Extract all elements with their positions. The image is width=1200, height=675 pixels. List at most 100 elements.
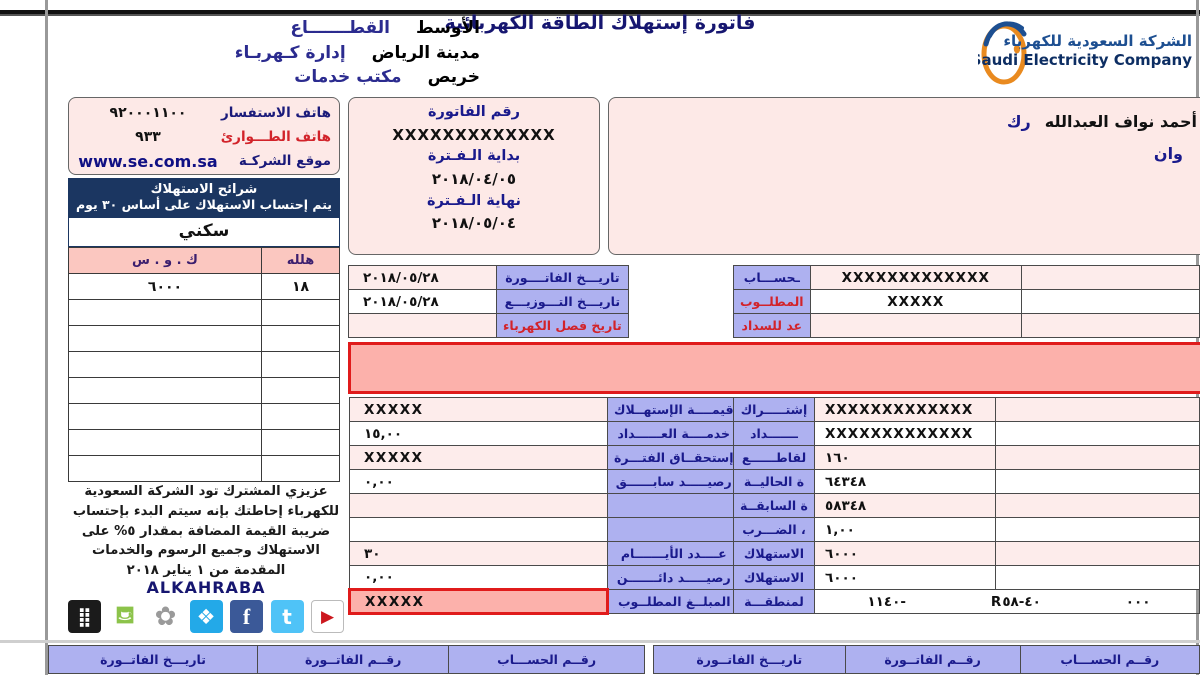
multiplier-label: ، الضـــرب: [733, 517, 815, 542]
slices-col-halala: هلله: [261, 247, 340, 274]
slices-title: شرائح الاستهلاك: [150, 182, 258, 197]
consumption-quantity-value: ٦٠٠٠: [813, 541, 997, 566]
meter-pad-6: [995, 541, 1200, 566]
slice-kwh-3: [68, 351, 262, 378]
table-row: [68, 325, 340, 352]
payment-stub-left: رقــم الحســـاب رقــم الفاتــورة تاريـــ…: [47, 645, 645, 675]
contact-label-website: موقع الشركـة: [238, 153, 331, 169]
slices-category: سكني: [68, 218, 340, 247]
table-row: ٦٠٠٠ الاستهلاك: [733, 565, 1200, 590]
charges-table: قيمــــة الإستهــلاك XXXXX خدمــــة العـ…: [348, 397, 741, 615]
sector-info: الأوسط القطـــــــاع مدينة الرياض إدارة …: [180, 16, 480, 90]
table-row: ٥٨٣٤٨ ة السابقــة: [733, 493, 1200, 518]
meter-pad-5: [995, 517, 1200, 542]
region-codes-group: ١١٤٠- R٤٠-٥٨ ٠٠٠: [825, 594, 1193, 610]
sector-value-2: خريص: [427, 67, 480, 88]
contact-value-inquiry: ٩٢٠٠٠١١٠٠: [109, 105, 187, 121]
current-reading-value: ٦٤٣٤٨: [813, 469, 997, 494]
table-row: [68, 299, 340, 326]
table-row: عــــدد الأيـــــــام ٣٠: [349, 541, 741, 566]
electricity-bill-page: فاتورة إستهلاك الطاقة الكهربائية الأوسط …: [0, 0, 1200, 675]
table-row: خدمــــة العــــــداد ١٥,٠٠: [349, 421, 741, 446]
total-due-label: المبلــغ المطلــوب: [607, 589, 741, 614]
table-row: XXXXX المطلــوب: [733, 289, 1200, 314]
blackberry-icon[interactable]: ⣿: [68, 600, 101, 633]
invoice-date-value: ٢٠١٨/٠٥/٢٨: [348, 265, 497, 290]
previous-reading-value: ٥٨٣٤٨: [813, 493, 997, 518]
contact-value-emergency: ٩٣٣: [135, 129, 161, 145]
contact-info-box: هاتف الاستفسار ٩٢٠٠٠١١٠٠ هاتف الطـــوارئ…: [68, 97, 340, 175]
table-row: قيمــــة الإستهــلاك XXXXX: [349, 397, 741, 422]
slice-kwh-6: [68, 429, 262, 456]
sector-row-2: خريص مكتب خدمات: [180, 65, 480, 90]
account-pad-2: [1020, 313, 1200, 338]
consumption-value-amount: XXXXX: [349, 397, 608, 422]
stub-right-date-header: تاريـــخ الفاتــورة: [653, 645, 846, 674]
table-row: ١,٠٠ ، الضـــرب: [733, 517, 1200, 542]
slices-subtitle: يتم إحتساب الاستهلاك على أساس ٣٠ يوم: [75, 197, 333, 212]
table-row: إستحقــاق الفتـــرة XXXXX: [349, 445, 741, 470]
meter-service-label: خدمــــة العــــــداد: [607, 421, 741, 446]
blank-value-1: [349, 517, 608, 542]
period-due-label: إستحقــاق الفتـــرة: [607, 445, 741, 470]
payment-due-date-value: [809, 313, 1022, 338]
consumption-rate-label: الاستهلاك: [733, 565, 815, 590]
stub-right-account-header: رقــم الحســـاب: [1019, 645, 1200, 674]
account-number-value: XXXXXXXXXXXXX: [809, 265, 1022, 290]
contact-label-inquiry: هاتف الاستفسار: [220, 105, 331, 121]
apple-icon[interactable]: ✿: [149, 600, 182, 633]
table-row: رقــم الحســـاب رقــم الفاتــورة تاريـــ…: [47, 645, 645, 674]
region-code-1: ١١٤٠-: [867, 593, 906, 610]
contact-row-emergency: هاتف الطـــوارئ ٩٣٣: [77, 125, 331, 149]
table-row: ١٦٠ لقاطــــــع: [733, 445, 1200, 470]
table-row: [68, 455, 340, 482]
period-end-value: ٢٠١٨/٠٥/٠٤: [431, 214, 517, 233]
facebook-icon[interactable]: f: [230, 600, 263, 633]
youtube-icon[interactable]: ▶: [311, 600, 344, 633]
invoice-date-label: تاريـــخ الفاتــــورة: [496, 265, 629, 290]
table-row: تاريـــخ الفاتــــورة ٢٠١٨/٠٥/٢٨: [348, 265, 629, 290]
customer-info-box: أحمد نواف العبدالله رك وان: [608, 97, 1200, 255]
breaker-number-value: ١٦٠: [813, 445, 997, 470]
slice-kwh-0: ٦٠٠٠: [68, 273, 262, 300]
blank-label-1: [607, 517, 741, 542]
slice-kwh-4: [68, 377, 262, 404]
breaker-number-label: لقاطــــــع: [733, 445, 815, 470]
alkahraba-brand: ALKAHRABA: [146, 578, 266, 597]
period-end-label: نهاية الـفـترة: [426, 192, 521, 209]
table-row: [68, 351, 340, 378]
windows-icon[interactable]: ❖: [189, 600, 223, 633]
meter-number-label: ـــــــداد: [733, 421, 815, 446]
blank-value-0: [349, 493, 608, 518]
meter-pad-1: [995, 421, 1200, 446]
invoice-number-label: رقم الفاتورة: [428, 104, 520, 120]
slice-kwh-2: [68, 325, 262, 352]
table-row: [68, 403, 340, 430]
distribution-date-label: تاريـــخ التـــوزيـــع: [496, 289, 629, 314]
consumption-quantity-label: الاستهلاك: [733, 541, 815, 566]
table-row: XXXXXXXXXXXXX ـــــــداد: [733, 421, 1200, 446]
customer-address-row: وان: [619, 138, 1197, 170]
slice-halala-5: [261, 403, 340, 430]
android-icon[interactable]: ⛾: [108, 600, 142, 633]
meter-readings-table: XXXXXXXXXXXXX إشتـــــراك XXXXXXXXXXXXX …: [733, 397, 1200, 614]
slice-kwh-7: [68, 455, 262, 482]
slice-halala-0: ١٨: [261, 273, 340, 300]
table-row: XXXXXXXXXXXXX ـحســـاب: [733, 265, 1200, 290]
sector-label-1: إدارة كـهربـاء: [234, 42, 346, 63]
twitter-icon[interactable]: t: [270, 600, 304, 633]
company-name-arabic: الشركة السعودية للكهرباء: [1003, 32, 1192, 50]
slice-halala-7: [261, 455, 340, 482]
stub-left-date-header: تاريـــخ الفاتــورة: [47, 645, 259, 674]
slices-col-kwh: ك . و . س: [68, 247, 262, 274]
customer-name-label: رك: [1006, 112, 1031, 131]
slice-halala-1: [261, 299, 340, 326]
sector-row-1: مدينة الرياض إدارة كـهربـاء: [180, 41, 480, 66]
company-logo-text: الشركة السعودية للكهرباء Saudi Electrici…: [978, 32, 1192, 70]
table-row: تاريخ فصل الكهرباء: [348, 313, 629, 338]
contact-value-website[interactable]: www.se.com.sa: [77, 152, 219, 171]
account-pad-1: [1020, 289, 1200, 314]
invoice-dates-table: تاريـــخ الفاتــــورة ٢٠١٨/٠٥/٢٨ تاريـــ…: [348, 265, 629, 338]
slice-halala-6: [261, 429, 340, 456]
current-reading-label: ة الحاليــة: [733, 469, 815, 494]
